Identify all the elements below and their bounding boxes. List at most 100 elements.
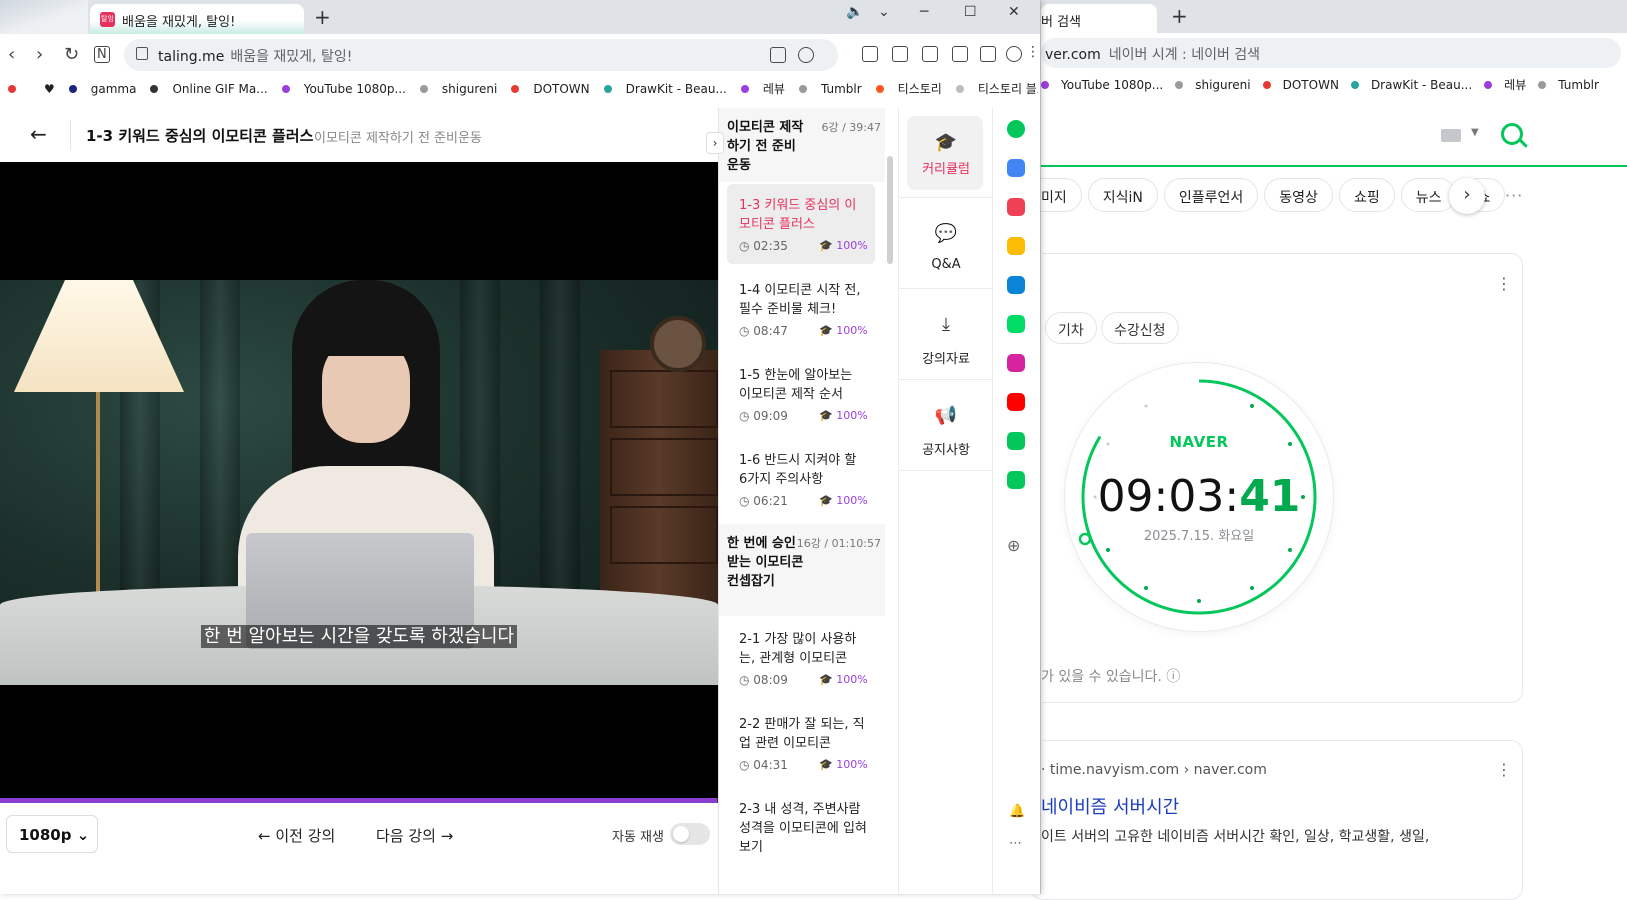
tab-search-chevron-icon[interactable]: ⌄ xyxy=(878,4,890,20)
add-extension-icon[interactable]: ⊕ xyxy=(1007,536,1020,555)
side-tab-1[interactable]: 💬 Q&A xyxy=(899,199,993,289)
previous-lecture-button[interactable]: ← 이전 강의 xyxy=(258,825,335,846)
background-tab[interactable]: 버 검색 xyxy=(1041,4,1157,33)
download-icon[interactable] xyxy=(892,46,908,62)
maximize-button[interactable]: ☐ xyxy=(964,4,977,20)
bookmark-item[interactable]: 레뷰 xyxy=(1484,78,1526,92)
pill-course-registration[interactable]: 수강신청 xyxy=(1101,312,1179,344)
chevron-down-icon[interactable]: ▼ xyxy=(1471,127,1479,138)
extension-naver-icon[interactable] xyxy=(1007,471,1025,489)
quality-value: 1080p xyxy=(19,826,72,844)
more-dots-icon[interactable]: ··· xyxy=(1505,186,1523,205)
address-bar[interactable]: taling.me 배움을 재밌게, 탈잉! xyxy=(124,39,838,71)
side-tab-2[interactable]: ⤓ 강의자료 xyxy=(899,290,993,380)
lesson-item[interactable]: 1-5 한눈에 알아보는 이모티콘 제작 순서 ◷ 09:09 🎓 100% xyxy=(727,354,875,434)
bookmark-item[interactable]: YouTube 1080p... xyxy=(281,82,406,96)
extension-circle-icon[interactable] xyxy=(1007,120,1025,138)
keyboard-icon[interactable] xyxy=(1441,129,1461,142)
forward-nav-icon[interactable]: › xyxy=(36,44,43,65)
bookmark-item[interactable]: ♥ xyxy=(44,82,55,96)
background-bookmarks-bar: YouTube 1080p... shigureni DOTOWN DrawKit -… xyxy=(1041,76,1627,98)
lesson-progress: 🎓 100% xyxy=(819,673,868,686)
bookmark-item[interactable]: DrawKit - Beau... xyxy=(1350,78,1472,92)
cast-icon[interactable] xyxy=(770,47,786,63)
bookmark-item[interactable]: YouTube 1080p... xyxy=(1041,78,1163,92)
card-menu-icon[interactable]: ⋮ xyxy=(1496,274,1512,293)
result-menu-icon[interactable]: ⋮ xyxy=(1496,760,1512,779)
pin-icon[interactable]: 🔔 xyxy=(1009,804,1025,819)
extension-stock-icon[interactable] xyxy=(1007,432,1025,450)
curriculum-section-header[interactable]: 한 번에 승인받는 이모티콘 컨셉잡기 16강 / 01:10:57 xyxy=(719,524,885,616)
bookmark-item[interactable]: DOTOWN xyxy=(1262,78,1339,92)
search-chip[interactable]: 동영상 xyxy=(1264,178,1333,212)
lesson-item[interactable]: 1-3 키워드 중심의 이모티콘 플러스 ◷ 02:35 🎓 100% xyxy=(727,184,875,264)
search-chip[interactable]: 미지 xyxy=(1041,178,1082,212)
back-nav-icon[interactable]: ‹ xyxy=(8,44,15,65)
extension-instagram-icon[interactable] xyxy=(1007,354,1025,372)
close-button[interactable]: ✕ xyxy=(1008,4,1020,20)
result-title-link[interactable]: 네이비즘 서버시간 xyxy=(1041,793,1179,819)
video-player[interactable]: 한 번 알아보는 시간을 갖도록 하겠습니다 xyxy=(0,162,718,800)
bookmark-label: DrawKit - Beau... xyxy=(625,82,727,96)
bookmark-item[interactable]: DOTOWN xyxy=(511,82,590,96)
kebab-menu-icon[interactable]: ⋮ xyxy=(1026,44,1040,60)
back-arrow-icon[interactable]: ← xyxy=(30,122,47,146)
lesson-item[interactable]: 2-2 판매가 잘 되는, 직업 관련 이모티콘 ◷ 04:31 🎓 100% xyxy=(727,703,875,783)
extension-calendar-icon[interactable] xyxy=(1007,159,1025,177)
split-view-icon[interactable] xyxy=(980,46,996,62)
video-record-icon[interactable] xyxy=(922,46,938,62)
collapse-panel-chevron-icon[interactable]: › xyxy=(706,132,724,154)
bookmark-star-icon[interactable] xyxy=(798,47,814,63)
bookmark-item[interactable]: shigureni xyxy=(419,82,497,96)
bookmark-item[interactable] xyxy=(8,82,30,96)
reload-icon[interactable]: ↻ xyxy=(64,44,79,65)
bookmark-item[interactable]: DrawKit - Beau... xyxy=(603,82,727,96)
next-lecture-button[interactable]: 다음 강의 → xyxy=(376,825,453,846)
lesson-item[interactable]: 1-6 반드시 지켜야 할 6가지 주의사항 ◷ 06:21 🎓 100% xyxy=(727,439,875,519)
result-source[interactable]: · time.navyism.com › naver.com xyxy=(1041,762,1267,778)
background-new-tab-button[interactable]: + xyxy=(1171,4,1188,28)
extension-webtoon-icon[interactable] xyxy=(1007,315,1025,333)
bookmark-label: shigureni xyxy=(1195,78,1251,92)
search-chip[interactable]: 지식iN xyxy=(1087,178,1158,212)
reading-list-icon[interactable] xyxy=(862,46,878,62)
minimize-button[interactable]: ─ xyxy=(920,4,928,20)
notion-icon[interactable]: N xyxy=(94,46,110,63)
pill-train[interactable]: 기차 xyxy=(1045,312,1097,344)
side-tab-0[interactable]: 🎓 커리큘럼 xyxy=(899,108,993,198)
search-icon[interactable] xyxy=(1501,123,1523,145)
lesson-progress: 🎓 100% xyxy=(819,758,868,771)
lesson-item[interactable]: 2-1 가장 많이 사용하는, 관계형 이모티콘 ◷ 08:09 🎓 100% xyxy=(727,618,875,698)
extension-youtube-icon[interactable] xyxy=(1007,393,1025,411)
lesson-item[interactable]: 1-4 이모티콘 시작 전, 필수 준비물 체크! ◷ 08:47 🎓 100% xyxy=(727,269,875,349)
autoplay-toggle[interactable] xyxy=(670,823,710,845)
search-chip[interactable]: 쇼핑 xyxy=(1338,178,1395,212)
search-chip[interactable]: 인플루언서 xyxy=(1163,178,1259,212)
bookmark-item[interactable]: Tumblr xyxy=(798,82,862,96)
extension-edge-icon[interactable] xyxy=(1007,276,1025,294)
side-tab-3[interactable]: 📢 공지사항 xyxy=(899,381,993,471)
bookmark-item[interactable]: Tumblr xyxy=(1538,78,1599,92)
curriculum-scrollbar[interactable] xyxy=(887,156,893,264)
bookmark-item[interactable]: gamma xyxy=(68,82,136,96)
bookmark-item[interactable]: shigureni xyxy=(1175,78,1251,92)
screenshot-icon[interactable] xyxy=(952,46,968,62)
profile-icon[interactable] xyxy=(1006,46,1022,62)
lock-icon[interactable] xyxy=(136,47,148,60)
bookmark-item[interactable]: 레뷰 xyxy=(740,82,785,96)
bookmark-item[interactable]: 티스토리 xyxy=(875,82,942,96)
speaker-icon[interactable]: 🔈 xyxy=(846,4,863,20)
more-options-icon[interactable]: ⋯ xyxy=(1009,836,1022,851)
bookmark-item[interactable]: Online GIF Ma... xyxy=(150,82,268,96)
clock-icon: ◷ xyxy=(739,494,754,508)
background-address-bar[interactable]: ver.com 네이버 시계 : 네이버 검색 xyxy=(1041,36,1627,70)
bookmark-item[interactable]: 티스토리 블로... xyxy=(955,82,1038,96)
lesson-item[interactable]: 2-3 내 성격, 주변사람 성격을 이모티콘에 입혀보기 xyxy=(727,788,875,868)
chevron-right-icon[interactable]: › xyxy=(1449,178,1485,214)
extension-pocket-icon[interactable] xyxy=(1007,198,1025,216)
quality-select[interactable]: 1080p ⌄ xyxy=(6,815,98,853)
active-tab[interactable]: 탈잉 배움을 재밌게, 탈잉! xyxy=(90,4,304,34)
curriculum-section-header[interactable]: 이모티콘 제작하기 전 준비운동 6강 / 39:47 xyxy=(719,108,885,182)
extension-star-icon[interactable] xyxy=(1007,237,1025,255)
new-tab-button[interactable]: + xyxy=(314,5,331,29)
